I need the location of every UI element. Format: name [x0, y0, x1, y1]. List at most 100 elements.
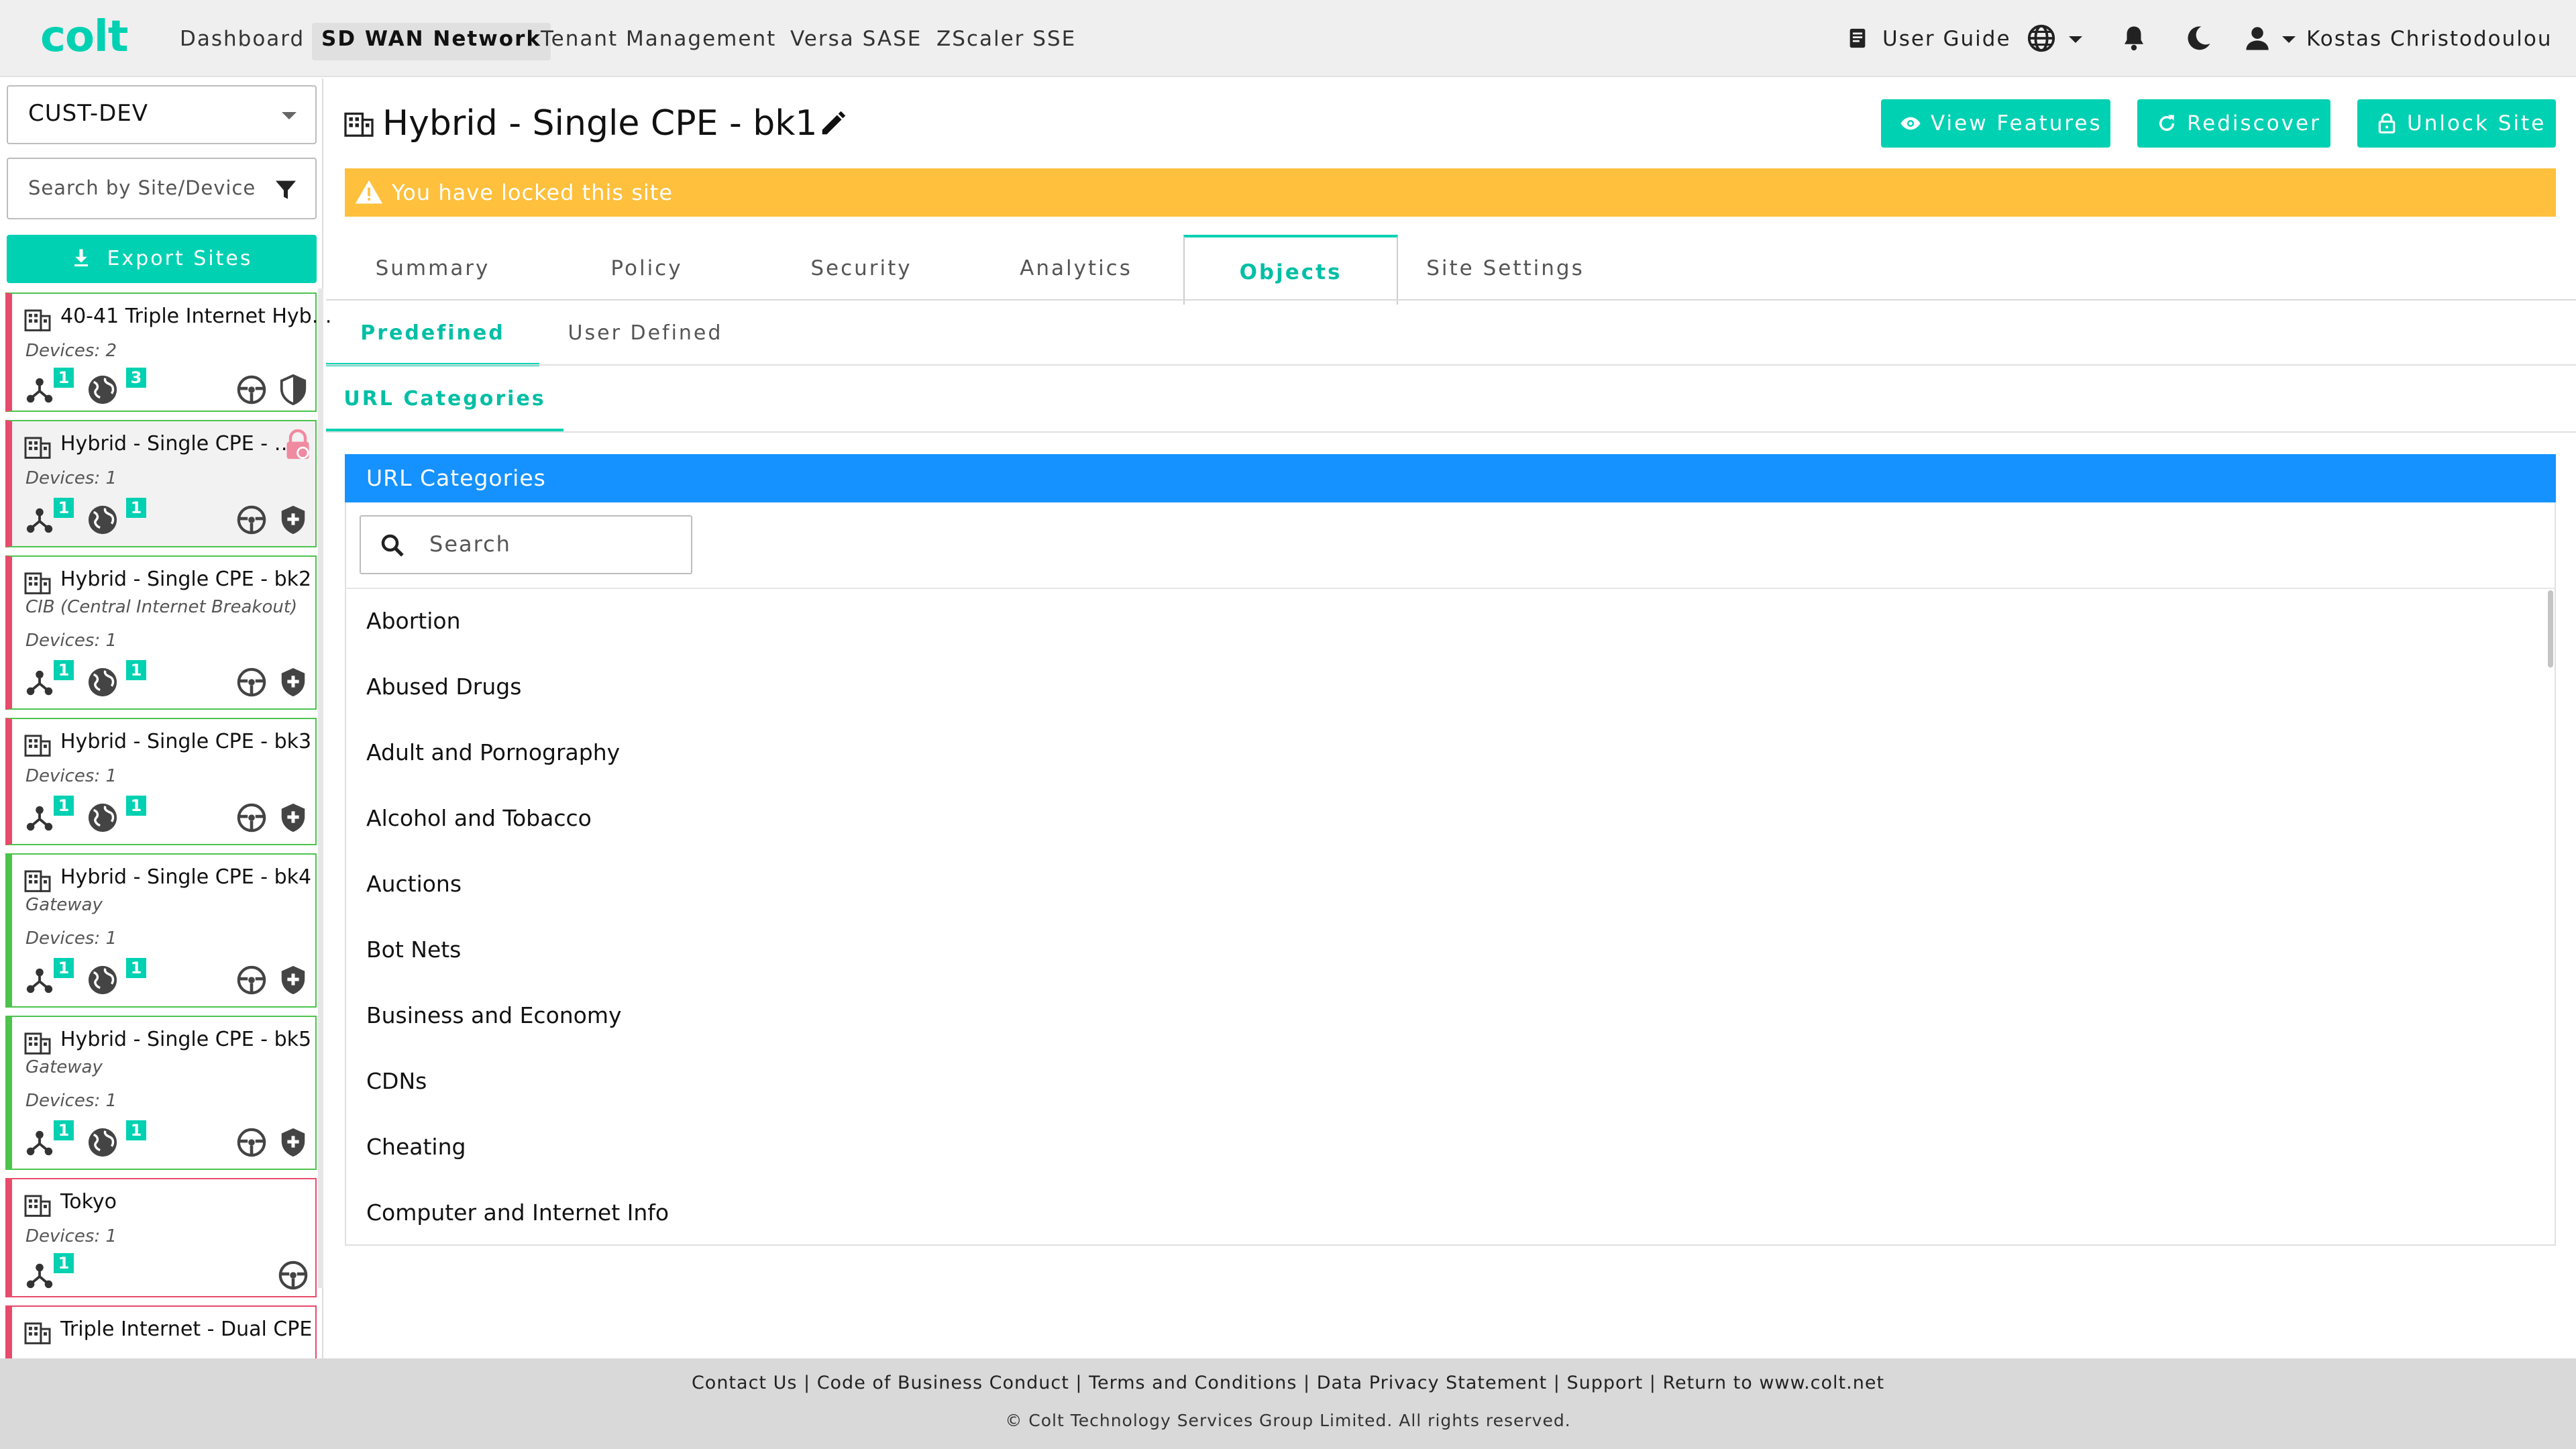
site-card-triple-internet-dual-cpe[interactable]: Triple Internet - Dual CPE	[5, 1305, 317, 1358]
steering-wheel-icon	[237, 667, 266, 697]
user-avatar-icon[interactable]	[2243, 24, 2271, 52]
tab-security[interactable]: Security	[754, 236, 969, 301]
building-icon	[24, 735, 51, 757]
category-item[interactable]: Alcohol and Tobacco	[366, 805, 592, 831]
tab-policy[interactable]: Policy	[539, 236, 754, 301]
site-devices: Devices: 1	[25, 928, 117, 949]
footer-link-privacy[interactable]: Data Privacy Statement	[1317, 1373, 1547, 1393]
site-devices: Devices: 1	[25, 1226, 117, 1246]
colt-logo[interactable]: colt	[40, 12, 128, 62]
footer-link-support[interactable]: Support	[1566, 1373, 1643, 1393]
internet-badge: 1	[126, 958, 146, 978]
unlock-site-label: Unlock Site	[2407, 111, 2546, 136]
internet-badge: 1	[126, 796, 146, 816]
site-card-hybrid-bk2[interactable]: Hybrid - Single CPE - bk2 CIB (Central I…	[5, 555, 317, 710]
nav-tenant-management[interactable]: Tenant Management	[531, 23, 786, 60]
site-card-hybrid-bk4[interactable]: Hybrid - Single CPE - bk4 Gateway Device…	[5, 853, 317, 1008]
user-name[interactable]: Kostas Christodoulou	[2306, 23, 2553, 55]
site-card-hybrid-bk3[interactable]: Hybrid - Single CPE - bk3 Devices: 1 1 1	[5, 718, 317, 845]
topology-icon	[26, 806, 53, 831]
site-card-hybrid-bk5[interactable]: Hybrid - Single CPE - bk5 Gateway Device…	[5, 1016, 317, 1170]
subtab-user-defined[interactable]: User Defined	[539, 309, 751, 366]
topology-icon	[26, 968, 53, 994]
site-search-placeholder: Search by Site/Device	[28, 176, 256, 199]
shield-plus-icon	[281, 803, 305, 833]
category-item[interactable]: Abortion	[366, 608, 461, 634]
view-features-button[interactable]: View Features	[1881, 99, 2110, 148]
tab-analytics[interactable]: Analytics	[969, 236, 1183, 301]
unlock-site-button[interactable]: Unlock Site	[2357, 99, 2556, 148]
export-sites-button[interactable]: Export Sites	[7, 235, 317, 283]
nav-sd-wan-network[interactable]: SD WAN Network	[312, 23, 551, 60]
footer-copyright: © Colt Technology Services Group Limited…	[1005, 1411, 1571, 1430]
sidebar-scrollbar[interactable]	[318, 288, 323, 1288]
url-category-search-input[interactable]: Search	[360, 515, 692, 574]
globe-icon	[88, 505, 117, 535]
site-card-40-41-triple-internet[interactable]: 40-41 Triple Internet Hyb… Devices: 2 1 …	[5, 292, 332, 412]
category-item[interactable]: Bot Nets	[366, 936, 461, 963]
topology-badge: 1	[54, 368, 74, 388]
nav-versa-sase[interactable]: Versa SASE	[781, 23, 931, 60]
category-list-scrollbar[interactable]	[2548, 590, 2553, 667]
tab-url-categories[interactable]: URL Categories	[326, 374, 564, 432]
footer-links: Contact Us | Code of Business Conduct | …	[691, 1373, 1885, 1393]
shield-plus-icon	[281, 965, 305, 995]
site-role: Gateway	[25, 895, 103, 915]
site-name: Hybrid - Single CPE - bk5	[60, 1028, 312, 1051]
tab-objects[interactable]: Objects	[1183, 235, 1398, 305]
category-item[interactable]: Computer and Internet Info	[366, 1199, 669, 1226]
tab-site-settings[interactable]: Site Settings	[1398, 236, 1613, 301]
bell-icon[interactable]	[2120, 24, 2148, 52]
category-item[interactable]: Auctions	[366, 871, 462, 897]
shield-plus-icon	[281, 505, 305, 535]
internet-badge: 1	[126, 1120, 146, 1140]
user-menu-caret-icon[interactable]	[2282, 36, 2296, 43]
edit-pencil-icon[interactable]	[818, 107, 849, 138]
page-title: Hybrid - Single CPE - bk1	[382, 103, 818, 144]
eye-icon	[1900, 117, 1921, 130]
tab-summary[interactable]: Summary	[326, 236, 539, 301]
category-item[interactable]: Cheating	[366, 1134, 466, 1160]
footer-link-contact[interactable]: Contact Us	[692, 1373, 797, 1393]
building-icon	[24, 572, 51, 594]
site-name: Hybrid - Single CPE - …	[60, 432, 294, 455]
shield-plus-icon	[281, 667, 305, 697]
steering-wheel-icon	[278, 1260, 308, 1290]
globe-icon[interactable]	[2026, 23, 2057, 54]
site-card-hybrid-bk1[interactable]: Hybrid - Single CPE - … Devices: 1 1 1	[5, 420, 317, 547]
footer-link-terms[interactable]: Terms and Conditions	[1089, 1373, 1297, 1393]
language-caret-icon[interactable]	[2069, 36, 2082, 43]
user-guide-icon[interactable]	[1846, 27, 1869, 50]
nav-dashboard[interactable]: Dashboard	[170, 23, 314, 60]
steering-wheel-icon	[237, 375, 266, 405]
subtabs-divider	[326, 364, 2576, 366]
customer-select[interactable]: CUST-DEV	[7, 85, 317, 144]
footer-link-colt-net[interactable]: Return to www.colt.net	[1662, 1373, 1884, 1393]
site-card-tokyo[interactable]: Tokyo Devices: 1 1	[5, 1178, 317, 1297]
category-item[interactable]: Abused Drugs	[366, 674, 521, 700]
footer-link-business-conduct[interactable]: Code of Business Conduct	[817, 1373, 1069, 1393]
url-categories-panel-header: URL Categories	[345, 454, 2556, 502]
topology-badge: 1	[54, 1120, 74, 1140]
filter-icon[interactable]	[274, 178, 298, 202]
subtab-predefined[interactable]: Predefined	[326, 309, 539, 366]
steering-wheel-icon	[237, 505, 266, 535]
topology-icon	[26, 508, 53, 533]
section-tabs-divider	[326, 431, 2576, 433]
rediscover-button[interactable]: Rediscover	[2137, 99, 2330, 148]
category-item[interactable]: Adult and Pornography	[366, 739, 620, 765]
site-search-input[interactable]: Search by Site/Device	[7, 158, 317, 219]
export-sites-label: Export Sites	[107, 247, 253, 270]
topology-badge: 1	[54, 958, 74, 978]
building-icon	[24, 1322, 51, 1344]
user-guide-link[interactable]: User Guide	[1882, 23, 2011, 55]
site-role: CIB (Central Internet Breakout)	[25, 597, 298, 617]
category-item[interactable]: Business and Economy	[366, 1002, 622, 1028]
topology-icon	[26, 670, 53, 696]
topology-badge: 1	[54, 796, 74, 816]
topology-icon	[26, 1130, 53, 1156]
panel-divider	[345, 588, 2556, 589]
category-item[interactable]: CDNs	[366, 1068, 427, 1094]
nav-zscaler-sse[interactable]: ZScaler SSE	[927, 23, 1085, 60]
dark-mode-moon-icon[interactable]	[2184, 24, 2212, 52]
